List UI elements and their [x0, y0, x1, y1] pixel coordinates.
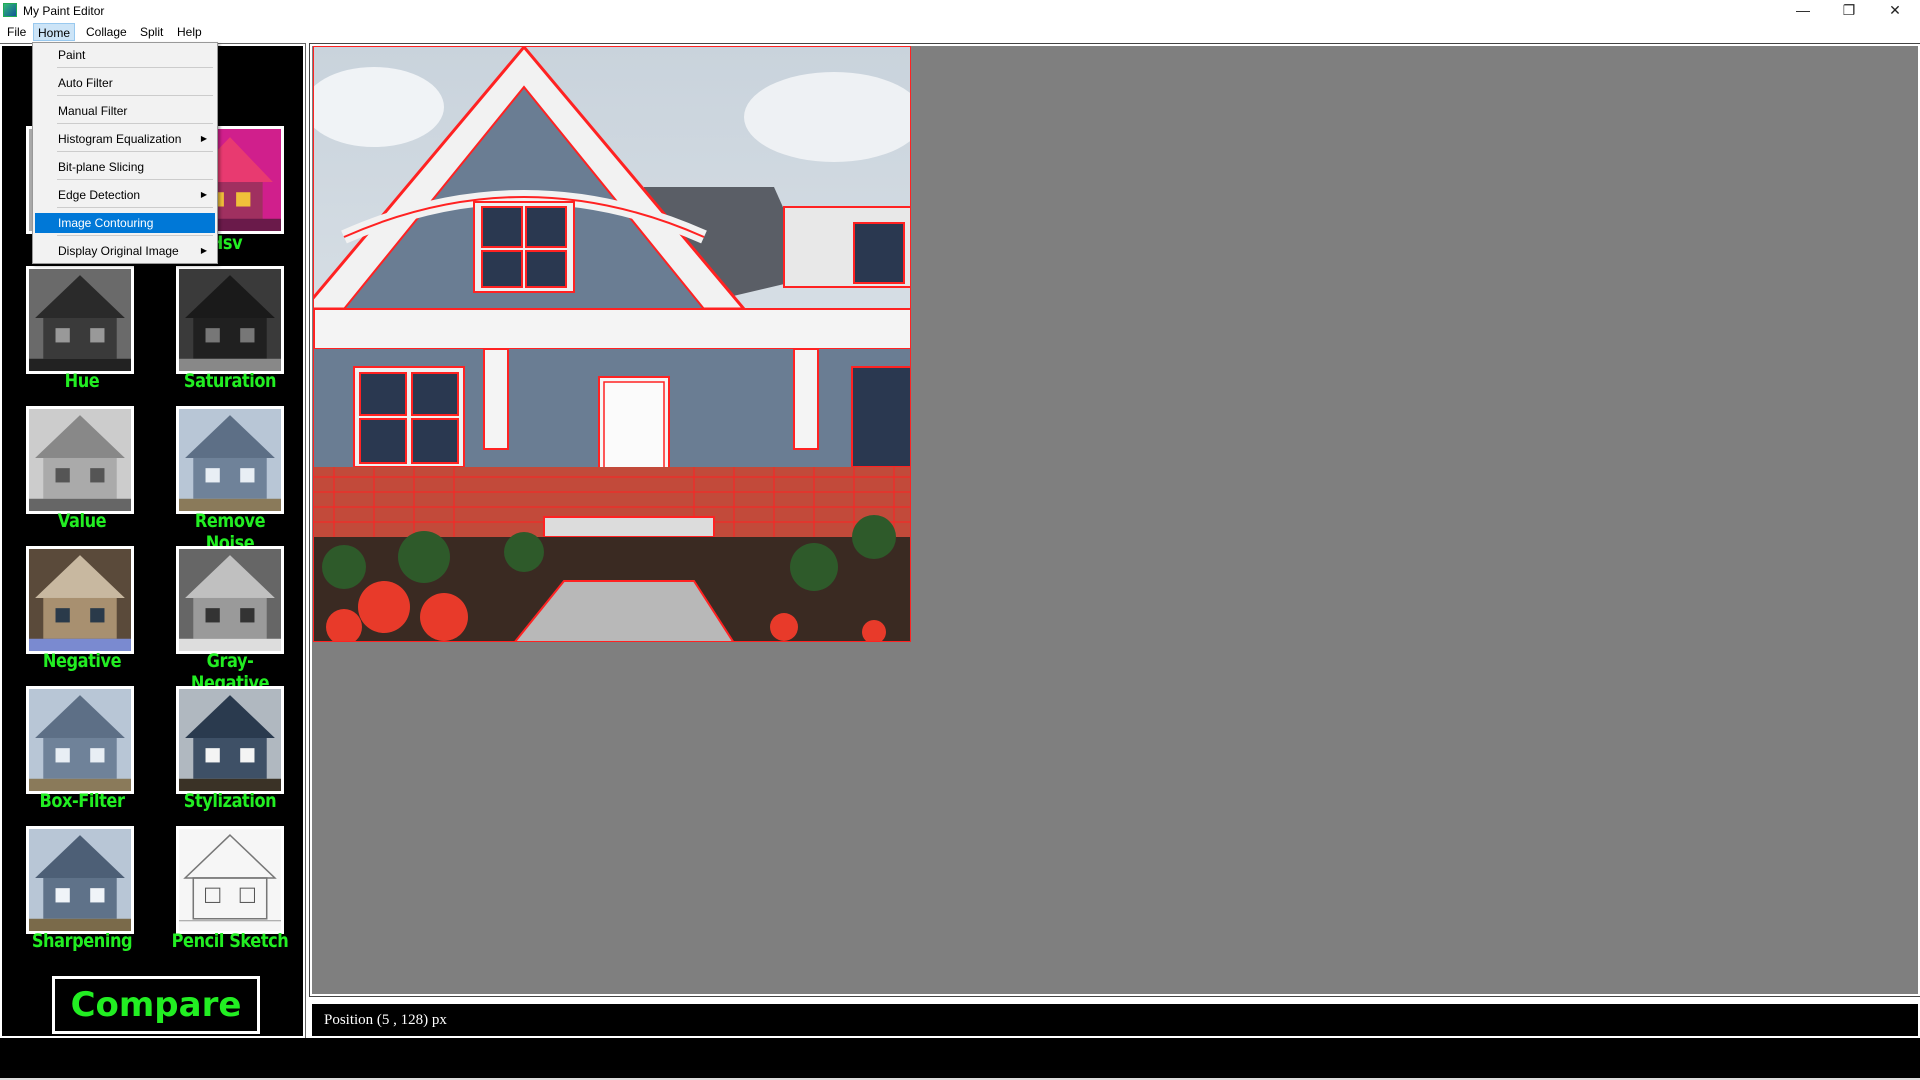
menu-file[interactable]: File: [3, 23, 30, 41]
menu-item-manual-filter[interactable]: Manual Filter: [35, 101, 215, 121]
filter-thumbnail-stylization[interactable]: [176, 686, 284, 794]
menu-home[interactable]: Home: [33, 23, 76, 41]
menu-bar: File Home Collage Split Help: [0, 22, 1920, 42]
home-menu-dropdown: Paint Auto Filter Manual Filter Histogra…: [32, 42, 218, 264]
menu-item-image-contouring[interactable]: Image Contouring: [35, 213, 215, 233]
submenu-arrow-icon: ▶: [200, 190, 207, 199]
filter-thumbnail-gray-negative[interactable]: [176, 546, 284, 654]
menu-split[interactable]: Split: [136, 23, 167, 41]
image-canvas[interactable]: [309, 43, 1920, 997]
submenu-arrow-icon: ▶: [200, 246, 207, 255]
status-bar: Position (5 , 128) px: [310, 1002, 1920, 1038]
menu-item-bit-plane-slicing[interactable]: Bit-plane Slicing: [35, 157, 215, 177]
filter-label-negative: Negative: [42, 650, 122, 672]
menu-item-auto-filter[interactable]: Auto Filter: [35, 73, 215, 93]
contoured-house-image: [313, 46, 911, 642]
menu-collage[interactable]: Collage: [82, 23, 131, 41]
window-title: My Paint Editor: [23, 4, 105, 18]
menu-item-display-original-image[interactable]: Display Original Image ▶: [35, 241, 215, 261]
filter-thumbnail-sharpening[interactable]: [26, 826, 134, 934]
menu-item-histogram-equalization[interactable]: Histogram Equalization ▶: [35, 129, 215, 149]
menu-item-paint[interactable]: Paint: [35, 45, 215, 65]
close-button[interactable]: ✕: [1872, 0, 1918, 22]
filter-label-value: Value: [57, 510, 107, 532]
compare-button[interactable]: Compare: [52, 976, 260, 1034]
restore-button[interactable]: ❐: [1826, 0, 1872, 22]
minimize-button[interactable]: —: [1780, 0, 1826, 22]
menu-item-edge-detection[interactable]: Edge Detection ▶: [35, 185, 215, 205]
filter-label-hue: Hue: [64, 370, 100, 392]
filter-thumbnail-pencil-sketch[interactable]: [176, 826, 284, 934]
filter-thumbnail-hue[interactable]: [26, 266, 134, 374]
filter-label-stylization: Stylization: [183, 790, 277, 812]
menu-help[interactable]: Help: [173, 23, 206, 41]
bottom-strip: [0, 1038, 1920, 1080]
filter-label-pencil-sketch: Pencil Sketch: [171, 930, 289, 952]
submenu-arrow-icon: ▶: [200, 134, 207, 143]
filter-label-saturation: Saturation: [183, 370, 277, 392]
filter-thumbnail-negative[interactable]: [26, 546, 134, 654]
filter-thumbnail-value[interactable]: [26, 406, 134, 514]
app-icon: [3, 3, 17, 17]
filter-label-sharpening: Sharpening: [31, 930, 133, 952]
title-bar: My Paint Editor — ❐ ✕: [0, 0, 1920, 22]
filter-thumbnail-remove-noise[interactable]: [176, 406, 284, 514]
filter-label-box-filter: Box-Filter: [39, 790, 125, 812]
filter-thumbnail-box-filter[interactable]: [26, 686, 134, 794]
cursor-position-readout: Position (5 , 128) px: [324, 1012, 447, 1028]
filter-thumbnail-saturation[interactable]: [176, 266, 284, 374]
